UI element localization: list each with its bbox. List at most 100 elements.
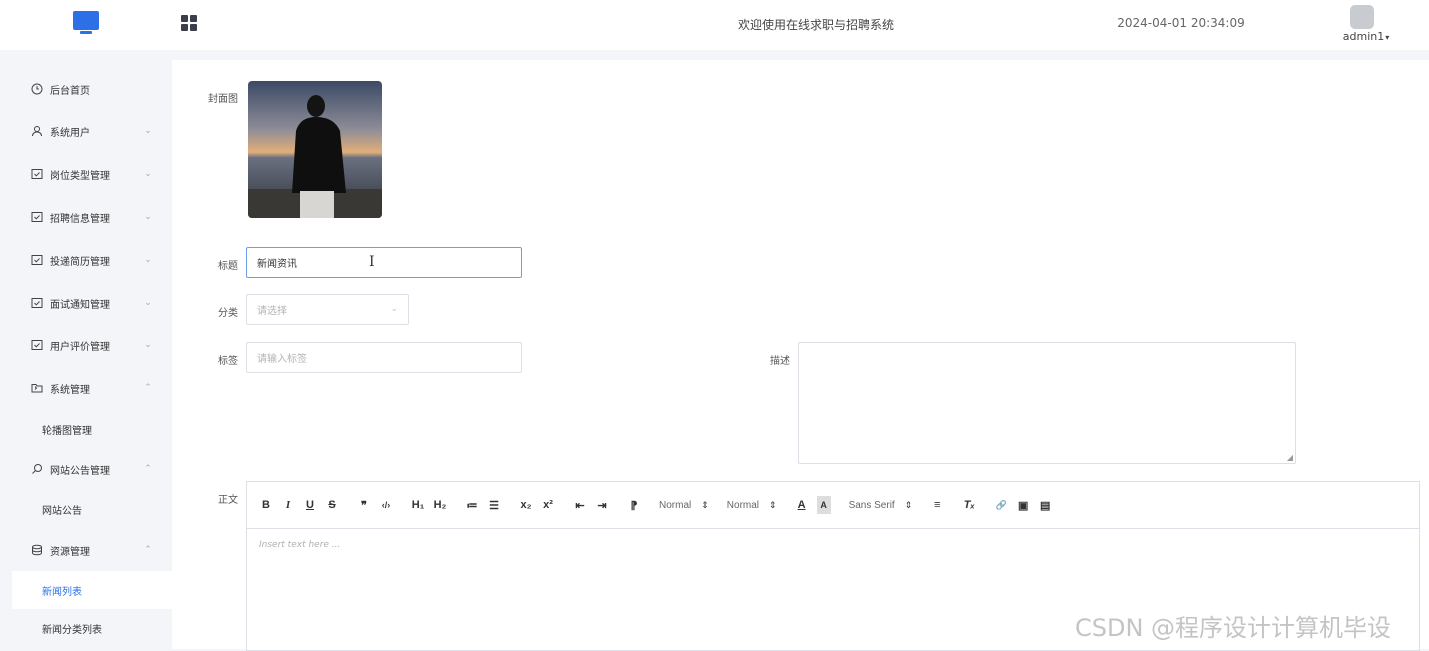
size-picker[interactable]: Normal ⇕ bbox=[659, 496, 709, 514]
sidebar-item-system-users[interactable]: 系统用户 ⌄ bbox=[0, 111, 172, 151]
sidebar-item-resumes[interactable]: 投递简历管理 ⌄ bbox=[0, 240, 172, 280]
updown-arrow-icon: ⇕ bbox=[701, 499, 709, 510]
chevron-up-icon: ⌃ bbox=[144, 383, 152, 393]
grid-icon[interactable] bbox=[181, 15, 197, 31]
ordered-list-button[interactable]: ≔ bbox=[465, 496, 479, 514]
background-color-button[interactable]: A bbox=[816, 496, 831, 514]
sidebar-subitem-carousel[interactable]: 轮播图管理 bbox=[0, 410, 172, 448]
datetime: 2024-04-01 20:34:09 bbox=[1117, 16, 1245, 30]
header-picker-label: Normal bbox=[726, 499, 760, 511]
tags-placeholder: 请输入标签 bbox=[257, 354, 307, 365]
top-bar: 欢迎使用在线求职与招聘系统 2024-04-01 20:34:09 admin1… bbox=[0, 0, 1429, 50]
chevron-down-icon: ⌄ bbox=[144, 126, 152, 136]
blockquote-button[interactable]: ❞ bbox=[357, 496, 371, 514]
strike-button[interactable]: S bbox=[325, 496, 339, 514]
sidebar-item-dashboard[interactable]: 后台首页 bbox=[0, 69, 172, 109]
sidebar-item-label: 投递简历管理 bbox=[50, 256, 110, 268]
bullet-list-button[interactable]: ☰ bbox=[487, 496, 501, 514]
chevron-down-icon: ⌄ bbox=[144, 169, 152, 179]
underline-button[interactable]: U bbox=[303, 496, 317, 514]
caret-down-icon: ▾ bbox=[1385, 33, 1390, 42]
updown-arrow-icon: ⇕ bbox=[904, 499, 913, 510]
database-icon bbox=[30, 544, 43, 557]
chevron-down-icon: ⌄ bbox=[390, 304, 398, 314]
text-direction-button[interactable]: ⁋ bbox=[627, 496, 641, 514]
clean-format-button[interactable]: Tₓ bbox=[962, 496, 976, 514]
monitor-icon bbox=[73, 11, 99, 35]
editor-toolbar: B I U S ❞ ‹/› H₁ H₂ ≔ ☰ x₂ x² ⇤ ⇥ ⁋ Norm… bbox=[247, 482, 1419, 529]
sidebar-item-label: 资源管理 bbox=[50, 546, 90, 558]
updown-arrow-icon: ⇕ bbox=[769, 499, 777, 510]
user-menu[interactable]: admin1▾ bbox=[1338, 30, 1394, 43]
subscript-button[interactable]: x₂ bbox=[519, 496, 533, 514]
sidebar-item-label: 用户评价管理 bbox=[50, 341, 110, 353]
tags-label: 标签 bbox=[218, 356, 238, 367]
chevron-down-icon: ⌄ bbox=[144, 340, 152, 350]
resize-handle-icon[interactable]: ◢ bbox=[1287, 453, 1293, 462]
sidebar-item-label: 招聘信息管理 bbox=[50, 213, 110, 225]
font-picker[interactable]: Sans Serif ⇕ bbox=[849, 496, 913, 514]
header2-button[interactable]: H₂ bbox=[433, 496, 447, 514]
chevron-down-icon: ⌄ bbox=[144, 255, 152, 265]
avatar[interactable] bbox=[1350, 5, 1374, 29]
italic-button[interactable]: I bbox=[281, 496, 295, 514]
sidebar: 后台首页 系统用户 ⌄ 岗位类型管理 ⌄ 招聘信息管理 ⌄ 投递简历管理 ⌄ 面… bbox=[0, 60, 172, 649]
sidebar-item-job-types[interactable]: 岗位类型管理 ⌄ bbox=[0, 154, 172, 194]
superscript-button[interactable]: x² bbox=[541, 496, 555, 514]
sidebar-subitem-notice[interactable]: 网站公告 bbox=[0, 490, 172, 528]
tags-input[interactable]: 请输入标签 bbox=[246, 342, 522, 373]
sidebar-item-resources[interactable]: 资源管理 ⌃ bbox=[0, 530, 172, 570]
sidebar-item-label: 后台首页 bbox=[50, 85, 90, 97]
cover-label: 封面图 bbox=[208, 94, 238, 105]
font-picker-label: Sans Serif bbox=[848, 499, 895, 511]
video-button[interactable]: ▤ bbox=[1038, 496, 1052, 514]
sidebar-item-label: 系统用户 bbox=[50, 127, 90, 139]
sidebar-item-label: 岗位类型管理 bbox=[50, 170, 110, 182]
text-color-button[interactable]: A bbox=[795, 496, 809, 514]
checkbox-icon bbox=[30, 211, 43, 224]
clock-icon bbox=[30, 83, 43, 96]
body-label: 正文 bbox=[218, 495, 238, 506]
sidebar-subitem-news-categories[interactable]: 新闻分类列表 bbox=[0, 609, 172, 647]
description-label: 描述 bbox=[770, 356, 790, 367]
user-icon bbox=[30, 125, 43, 138]
sidebar-item-recruitment[interactable]: 招聘信息管理 ⌄ bbox=[0, 197, 172, 237]
description-textarea[interactable]: ◢ bbox=[798, 342, 1296, 464]
checkbox-icon bbox=[30, 339, 43, 352]
editor-placeholder: Insert text here ... bbox=[259, 540, 341, 550]
sidebar-subitem-news-list[interactable]: 新闻列表 bbox=[12, 571, 172, 609]
sidebar-item-notices[interactable]: 网站公告管理 ⌃ bbox=[0, 449, 172, 489]
cover-image[interactable] bbox=[248, 81, 382, 218]
header1-button[interactable]: H₁ bbox=[411, 496, 425, 514]
sidebar-item-label: 面试通知管理 bbox=[50, 299, 110, 311]
size-picker-label: Normal bbox=[659, 499, 692, 511]
user-name: admin1 bbox=[1342, 30, 1385, 43]
checkbox-icon bbox=[30, 297, 43, 310]
sidebar-item-reviews[interactable]: 用户评价管理 ⌄ bbox=[0, 325, 172, 365]
text-cursor-icon: I bbox=[369, 254, 375, 270]
watermark: CSDN @程序设计计算机毕设 bbox=[1075, 614, 1392, 642]
sidebar-item-system-admin[interactable]: 系统管理 ⌃ bbox=[0, 368, 172, 408]
outdent-button[interactable]: ⇤ bbox=[573, 496, 587, 514]
checkbox-icon bbox=[30, 254, 43, 267]
sidebar-item-interviews[interactable]: 面试通知管理 ⌄ bbox=[0, 283, 172, 323]
folder-icon bbox=[30, 382, 43, 395]
align-button[interactable]: ≡ bbox=[930, 496, 944, 514]
search-icon bbox=[30, 463, 43, 476]
checkbox-icon bbox=[30, 168, 43, 181]
sidebar-item-label: 系统管理 bbox=[50, 384, 90, 396]
sidebar-item-label: 网站公告管理 bbox=[50, 465, 110, 477]
indent-button[interactable]: ⇥ bbox=[595, 496, 609, 514]
category-placeholder: 请选择 bbox=[257, 306, 287, 317]
bold-button[interactable]: B bbox=[259, 496, 273, 514]
welcome-text: 欢迎使用在线求职与招聘系统 bbox=[737, 18, 894, 32]
news-form: 封面图 标题 新闻资讯 I 分类 请选择 ⌄ 标签 请输入标签 描述 ◢ 正文 … bbox=[172, 60, 1429, 651]
image-button[interactable]: ▣ bbox=[1016, 496, 1030, 514]
link-button[interactable]: 🔗 bbox=[994, 496, 1008, 514]
category-select[interactable]: 请选择 ⌄ bbox=[246, 294, 409, 325]
header-picker[interactable]: Normal ⇕ bbox=[727, 496, 777, 514]
title-input[interactable]: 新闻资讯 bbox=[246, 247, 522, 278]
chevron-up-icon: ⌃ bbox=[144, 464, 152, 474]
code-block-button[interactable]: ‹/› bbox=[379, 496, 393, 514]
chevron-up-icon: ⌃ bbox=[144, 545, 152, 555]
